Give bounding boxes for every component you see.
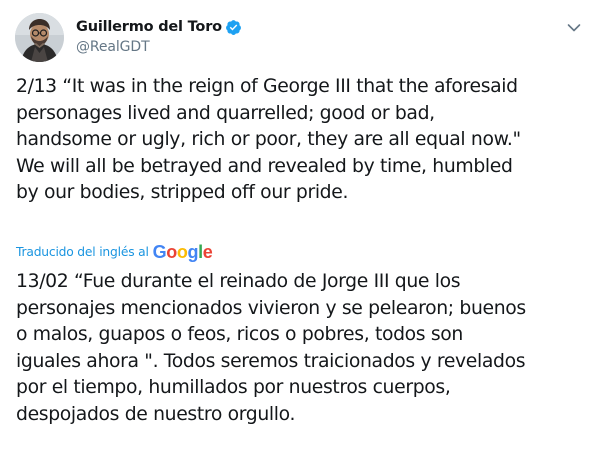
- tweet-author: Guillermo del Toro @RealGDT: [76, 17, 242, 55]
- google-logo-letter: e: [202, 242, 213, 262]
- author-handle[interactable]: @RealGDT: [76, 39, 242, 55]
- translation-attribution: Traducido del inglés al G o o g l e: [16, 242, 213, 262]
- google-logo-letter: o: [166, 242, 177, 262]
- chevron-down-icon[interactable]: [567, 18, 581, 32]
- translated-text: 13/02 “Fue durante el reinado de Jorge I…: [16, 271, 526, 425]
- avatar[interactable]: [15, 13, 64, 62]
- google-logo-letter: G: [152, 242, 167, 262]
- tweet-text: 2/13 “It was in the reign of George III …: [16, 76, 521, 203]
- tweet-card: Guillermo del Toro @RealGDT 2/13 “It was…: [0, 0, 599, 459]
- author-name-row: Guillermo del Toro: [76, 17, 242, 37]
- author-display-name[interactable]: Guillermo del Toro: [76, 19, 222, 35]
- avatar-portrait-icon: [15, 13, 64, 62]
- google-logo-letter: o: [176, 242, 188, 262]
- verified-badge-icon: [225, 19, 242, 36]
- translation-label[interactable]: Traducido del inglés al: [16, 245, 149, 259]
- google-logo-letter: g: [187, 242, 199, 262]
- google-logo: G o o g l e: [153, 242, 213, 262]
